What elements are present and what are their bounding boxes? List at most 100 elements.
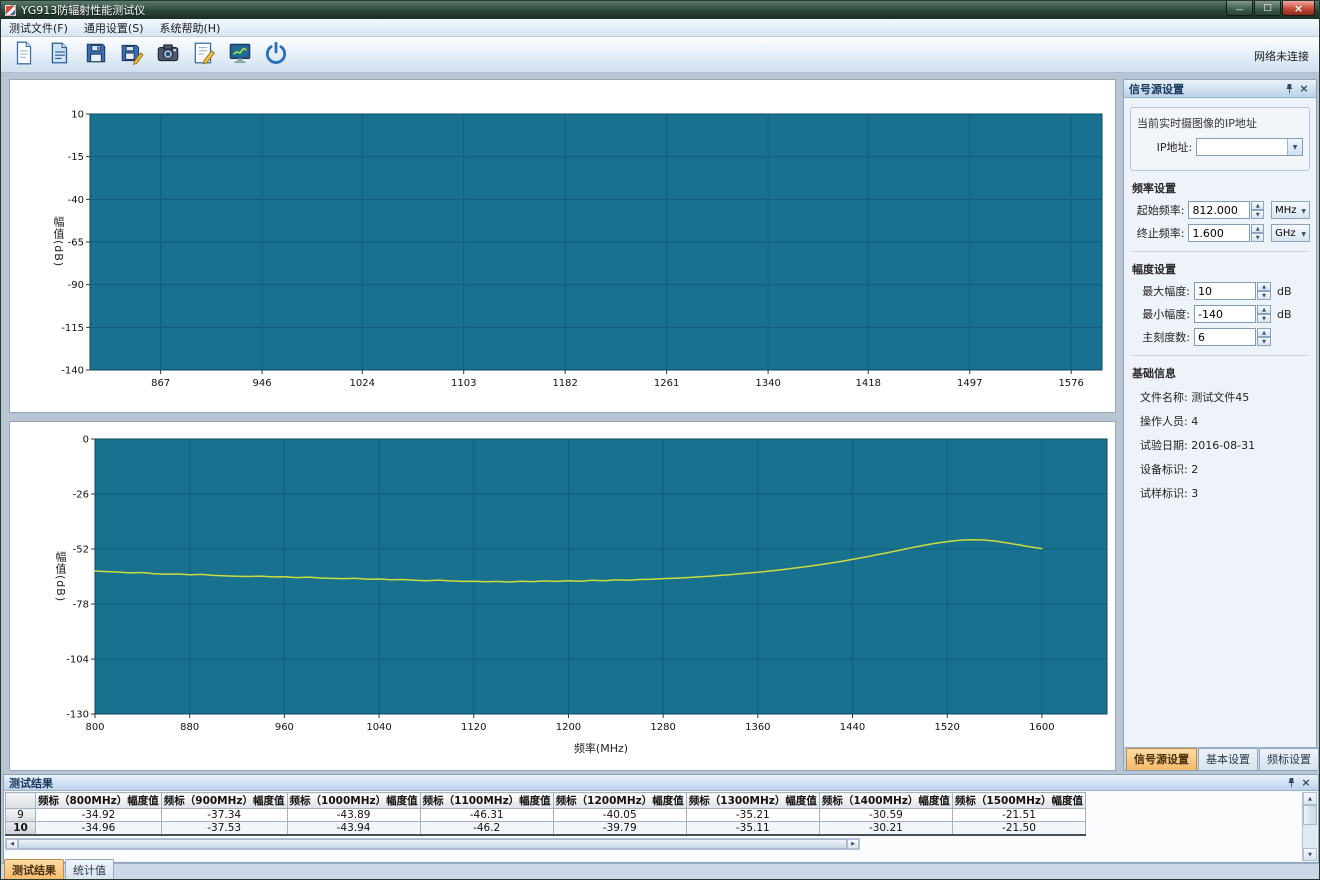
max-amplitude-label: 最大幅度: [1130,283,1190,299]
screenshot-button[interactable] [151,39,184,70]
start-frequency-unit-select[interactable]: MHz [1271,201,1310,219]
power-button[interactable] [259,39,292,70]
open-file-button[interactable] [43,39,76,70]
min-amplitude-input[interactable] [1194,305,1256,323]
column-header[interactable]: 频标（1000MHz）幅度值 [287,793,420,809]
close-button[interactable] [1282,1,1315,16]
window-controls [1225,1,1315,16]
edit-note-icon [191,40,217,69]
table-row[interactable]: 9 -34.92 -37.34 -43.89 -46.31 -40.05 -35… [6,809,1086,822]
spin-down-icon[interactable] [1257,337,1271,346]
save-as-button[interactable] [115,39,148,70]
ip-address-select[interactable] [1196,138,1303,156]
new-file-button[interactable] [7,39,40,70]
spin-down-icon[interactable] [1251,233,1264,242]
tab-marker-settings[interactable]: 频标设置 [1259,748,1319,770]
minimize-button[interactable] [1226,1,1253,16]
spin-up-icon[interactable] [1251,224,1264,233]
major-ticks-input[interactable] [1194,328,1256,346]
row-number-header [6,793,36,809]
close-icon[interactable] [1297,82,1311,96]
pin-icon[interactable] [1282,82,1296,96]
stop-frequency-stepper [1251,224,1264,242]
horizontal-scrollbar[interactable] [5,838,860,850]
column-header[interactable]: 频标（800MHz）幅度值 [36,793,162,809]
menu-general-settings[interactable]: 通用设置(S) [76,19,152,37]
table-row-selected[interactable]: 10 -34.96 -37.53 -43.94 -46.2 -39.79 -35… [6,822,1086,836]
svg-text:1440: 1440 [840,722,865,733]
cell: -30.59 [819,809,952,822]
scrollbar-thumb[interactable] [18,839,847,849]
tab-test-results[interactable]: 测试结果 [4,859,64,880]
info-test-date: 试验日期: 2016-08-31 [1140,437,1310,453]
scroll-left-icon[interactable] [6,839,18,849]
svg-text:-90: -90 [68,280,84,291]
chart-panel-top: 8679461024110311821261134014181497157610… [9,79,1116,413]
spin-up-icon[interactable] [1257,328,1271,337]
column-header[interactable]: 频标（1300MHz）幅度值 [686,793,819,809]
spin-down-icon[interactable] [1257,314,1271,323]
ip-groupbox: 当前实时摄图像的IP地址 IP地址: [1130,107,1310,171]
display-chart-icon [227,40,253,69]
menu-system-help[interactable]: 系统帮助(H) [152,19,229,37]
save-button[interactable] [79,39,112,70]
results-table: 频标（800MHz）幅度值 频标（900MHz）幅度值 频标（1000MHz）幅… [5,792,1086,836]
spin-down-icon[interactable] [1251,210,1264,219]
open-file-icon [47,40,73,69]
max-amplitude-input[interactable] [1194,282,1256,300]
stop-frequency-input[interactable] [1188,224,1250,242]
network-status: 网络未连接 [1254,48,1309,64]
close-icon[interactable] [1299,776,1313,790]
maximize-button[interactable] [1254,1,1281,16]
save-as-icon [119,40,145,69]
svg-text:880: 880 [180,722,199,733]
chevron-down-icon[interactable] [1287,139,1302,155]
start-frequency-input[interactable] [1188,201,1250,219]
spin-up-icon[interactable] [1257,305,1271,314]
scroll-down-icon[interactable] [1303,848,1317,861]
tab-signal-source-settings[interactable]: 信号源设置 [1126,748,1197,770]
svg-text:10: 10 [71,110,84,121]
start-frequency-stepper [1251,201,1264,219]
column-header[interactable]: 频标（1100MHz）幅度值 [420,793,553,809]
menu-test-file[interactable]: 测试文件(F) [1,19,76,37]
column-header[interactable]: 频标（1400MHz）幅度值 [819,793,952,809]
cell: -39.79 [553,822,686,836]
cell: -40.05 [553,809,686,822]
column-header[interactable]: 频标（900MHz）幅度值 [161,793,287,809]
cell: -46.2 [420,822,553,836]
spin-down-icon[interactable] [1257,291,1271,300]
results-dock-title: 测试结果 [9,775,53,791]
cell: -34.92 [36,809,162,822]
signal-source-dock: 信号源设置 当前实时摄图像的IP地址 IP地址: 频率设置 起始频率: [1123,79,1317,771]
column-header[interactable]: 频标（1200MHz）幅度值 [553,793,686,809]
scroll-right-icon[interactable] [847,839,859,849]
info-sample-id: 试样标识: 3 [1140,485,1310,501]
svg-text:1261: 1261 [654,378,679,389]
cell: -30.21 [819,822,952,836]
tab-basic-settings[interactable]: 基本设置 [1198,748,1258,770]
toolbar [1,37,1319,73]
spin-up-icon[interactable] [1257,282,1271,291]
vertical-scrollbar[interactable] [1302,792,1317,861]
svg-text:1200: 1200 [556,722,581,733]
signal-dock-title: 信号源设置 [1129,81,1184,97]
stop-frequency-unit-select[interactable]: GHz [1271,224,1310,242]
pin-icon[interactable] [1284,776,1298,790]
table-header-row: 频标（800MHz）幅度值 频标（900MHz）幅度值 频标（1000MHz）幅… [6,793,1086,809]
start-frequency-label: 起始频率: [1130,202,1184,218]
scroll-up-icon[interactable] [1303,792,1317,805]
column-header[interactable]: 频标（1500MHz）幅度值 [952,793,1085,809]
tab-statistics[interactable]: 统计值 [65,859,114,880]
bottom-chart-ylabel: 幅值(dB) [52,439,68,714]
spin-up-icon[interactable] [1251,201,1264,210]
scrollbar-thumb[interactable] [1303,805,1317,825]
edit-note-button[interactable] [187,39,220,70]
amplitude-section-title: 幅度设置 [1132,261,1308,277]
display-chart-button[interactable] [223,39,256,70]
svg-text:-130: -130 [66,710,89,721]
svg-text:800: 800 [85,722,104,733]
svg-text:-40: -40 [68,195,84,206]
min-amplitude-unit: dB [1277,308,1292,321]
app-window: YG913防辐射性能测试仪 测试文件(F) 通用设置(S) 系统帮助(H) [0,0,1320,880]
